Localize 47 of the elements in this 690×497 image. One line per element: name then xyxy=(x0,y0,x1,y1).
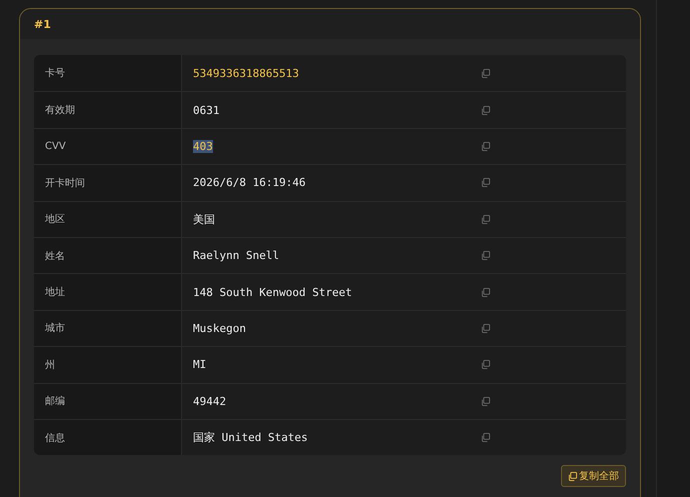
copy-button[interactable] xyxy=(481,142,490,151)
copy-icon xyxy=(481,251,490,260)
field-label: 邮编 xyxy=(45,394,65,408)
copy-icon xyxy=(481,433,490,442)
copy-icon xyxy=(481,288,490,297)
field-value: 0631 xyxy=(193,104,220,117)
field-value: Muskegon xyxy=(193,322,247,335)
copy-button[interactable] xyxy=(481,396,490,406)
field-value: 403 xyxy=(193,140,214,153)
copy-button[interactable] xyxy=(481,251,490,260)
copy-icon xyxy=(481,178,490,188)
copy-icon xyxy=(481,324,490,333)
copy-icon xyxy=(481,360,490,370)
field-label: 信息 xyxy=(45,432,65,445)
copy-button[interactable] xyxy=(481,178,490,188)
copy-button[interactable] xyxy=(481,288,490,297)
field-label: 姓名 xyxy=(45,250,65,263)
card-title: #1 xyxy=(34,18,51,30)
copy-button[interactable] xyxy=(481,214,490,224)
copy-icon xyxy=(481,106,490,115)
copy-button[interactable] xyxy=(481,433,490,442)
field-value: 美国 xyxy=(193,212,216,227)
field-label: 城市 xyxy=(45,322,65,336)
field-value: 5349336318865513 xyxy=(193,66,300,80)
field-label: 有效期 xyxy=(45,104,75,118)
copy-icon xyxy=(481,68,490,78)
field-label: 卡号 xyxy=(45,66,65,80)
copy-icon xyxy=(568,472,577,481)
copy-button[interactable] xyxy=(481,324,490,333)
field-label: 地区 xyxy=(45,212,65,226)
copy-button[interactable] xyxy=(481,360,490,370)
field-value: 国家 United States xyxy=(193,430,309,446)
copy-icon xyxy=(481,396,490,406)
field-label: 开卡时间 xyxy=(45,176,85,190)
copy-button[interactable] xyxy=(481,68,490,78)
field-label: CVV xyxy=(45,140,66,152)
field-value: 2026/6/8 16:19:46 xyxy=(193,176,307,190)
field-value: 148 South Kenwood Street xyxy=(193,286,353,299)
field-label: 州 xyxy=(45,358,55,372)
copy-icon xyxy=(481,142,490,151)
field-value: 49442 xyxy=(193,394,228,408)
field-value: Raelynn Snell xyxy=(193,249,280,262)
copy-all-button[interactable]: 复制全部 xyxy=(561,465,626,488)
copy-icon xyxy=(481,214,490,224)
copy-button[interactable] xyxy=(481,106,490,115)
field-label: 地址 xyxy=(45,286,65,300)
field-value: MI xyxy=(193,358,208,372)
